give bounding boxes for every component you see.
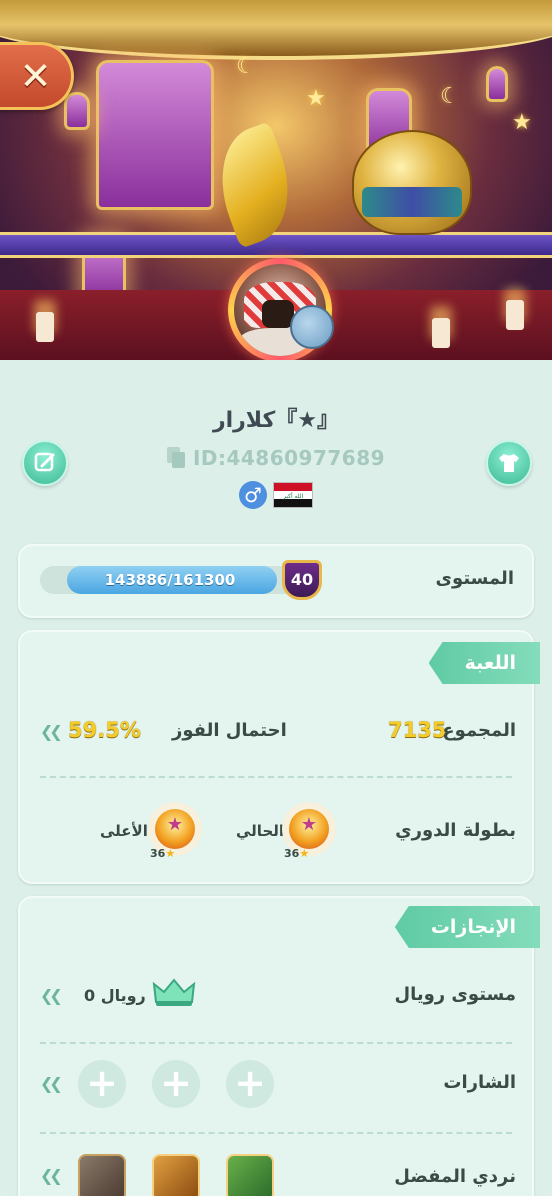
royal-value: رويال 0 <box>84 986 146 1005</box>
user-id-row: ID:44860977689 <box>0 446 552 470</box>
dice-icon[interactable] <box>226 1154 274 1196</box>
profile-banner: ★ ★ ☾ ☾ <box>0 0 552 360</box>
league-medal-icon[interactable]: ★ 36★ <box>282 802 336 860</box>
chevron-left-icon[interactable]: ❮❮ <box>40 986 63 1005</box>
divider <box>40 776 512 778</box>
badges-label: الشارات <box>443 1072 516 1093</box>
level-badge: 40 <box>282 560 322 600</box>
league-medal-icon[interactable]: ★ 36★ <box>148 802 202 860</box>
candle-decoration <box>506 300 524 330</box>
highest-league-count: 36 <box>150 847 166 860</box>
nickname: ﮐﻼرار『★』 <box>212 408 340 433</box>
copy-icon[interactable] <box>166 447 185 469</box>
badge-slot-plus-icon[interactable]: + <box>152 1060 200 1108</box>
lantern-decoration <box>96 60 214 210</box>
moon-decoration: ☾ <box>236 54 256 79</box>
crown-icon <box>152 978 196 1006</box>
banner-arch <box>0 0 552 60</box>
current-league-label: الحالي <box>236 822 285 840</box>
highest-league-label: الأعلى <box>100 822 148 840</box>
win-rate-label: احتمال الفوز <box>172 720 287 741</box>
elephant-pet-icon <box>290 305 334 349</box>
chevron-left-icon[interactable]: ❮❮ <box>40 722 63 741</box>
feather-decoration <box>203 121 307 249</box>
badge-slot-plus-icon[interactable]: + <box>78 1060 126 1108</box>
male-icon: ♂ <box>239 481 267 509</box>
banner-arch-lower <box>0 232 552 258</box>
level-label: المستوى <box>435 568 514 589</box>
divider <box>40 1042 512 1044</box>
current-league-count: 36 <box>284 847 300 860</box>
moon-decoration: ☾ <box>440 84 460 109</box>
user-meta-row: ♂ الله أكبر <box>0 481 552 509</box>
level-progress-bar: 143886/161300 <box>40 566 306 594</box>
badge-slot-plus-icon[interactable]: + <box>226 1060 274 1108</box>
lantern-decoration <box>64 92 90 130</box>
dice-icon[interactable] <box>152 1154 200 1196</box>
user-id[interactable]: ID:44860977689 <box>193 446 385 470</box>
game-card: اللعبة ❮❮ 59.5% احتمال الفوز 7135 المجمو… <box>18 630 540 884</box>
candle-decoration <box>36 312 54 342</box>
favorite-dice-label: نردي المفضل <box>394 1166 516 1187</box>
game-section-title: اللعبة <box>428 642 540 684</box>
achievements-section-title: الإنجازات <box>394 906 540 948</box>
iraq-flag-icon: الله أكبر <box>273 482 313 508</box>
level-progress-text: 143886/161300 <box>104 571 236 589</box>
league-label: بطولة الدوري <box>395 820 516 841</box>
level-card: 143886/161300 40 المستوى <box>18 544 534 618</box>
royal-level-label: مستوى رويال <box>394 984 516 1005</box>
chevron-left-icon[interactable]: ❮❮ <box>40 1074 63 1093</box>
divider <box>40 1132 512 1134</box>
lantern-decoration <box>486 66 508 102</box>
achievements-card: الإنجازات ❮❮ رويال 0 مستوى رويال ❮❮ + + … <box>18 896 540 1196</box>
dice-icon[interactable] <box>78 1154 126 1196</box>
teapot-decoration <box>352 130 472 235</box>
total-games-label: المجموع <box>442 720 516 741</box>
win-rate-value: 59.5% <box>68 718 141 742</box>
star-decoration: ★ <box>306 86 326 111</box>
candle-decoration <box>432 318 450 348</box>
star-decoration: ★ <box>512 110 532 135</box>
chevron-left-icon[interactable]: ❮❮ <box>40 1166 63 1185</box>
close-button[interactable]: ✕ <box>0 42 74 110</box>
total-games-value: 7135 <box>388 718 447 742</box>
close-icon: ✕ <box>19 54 52 98</box>
